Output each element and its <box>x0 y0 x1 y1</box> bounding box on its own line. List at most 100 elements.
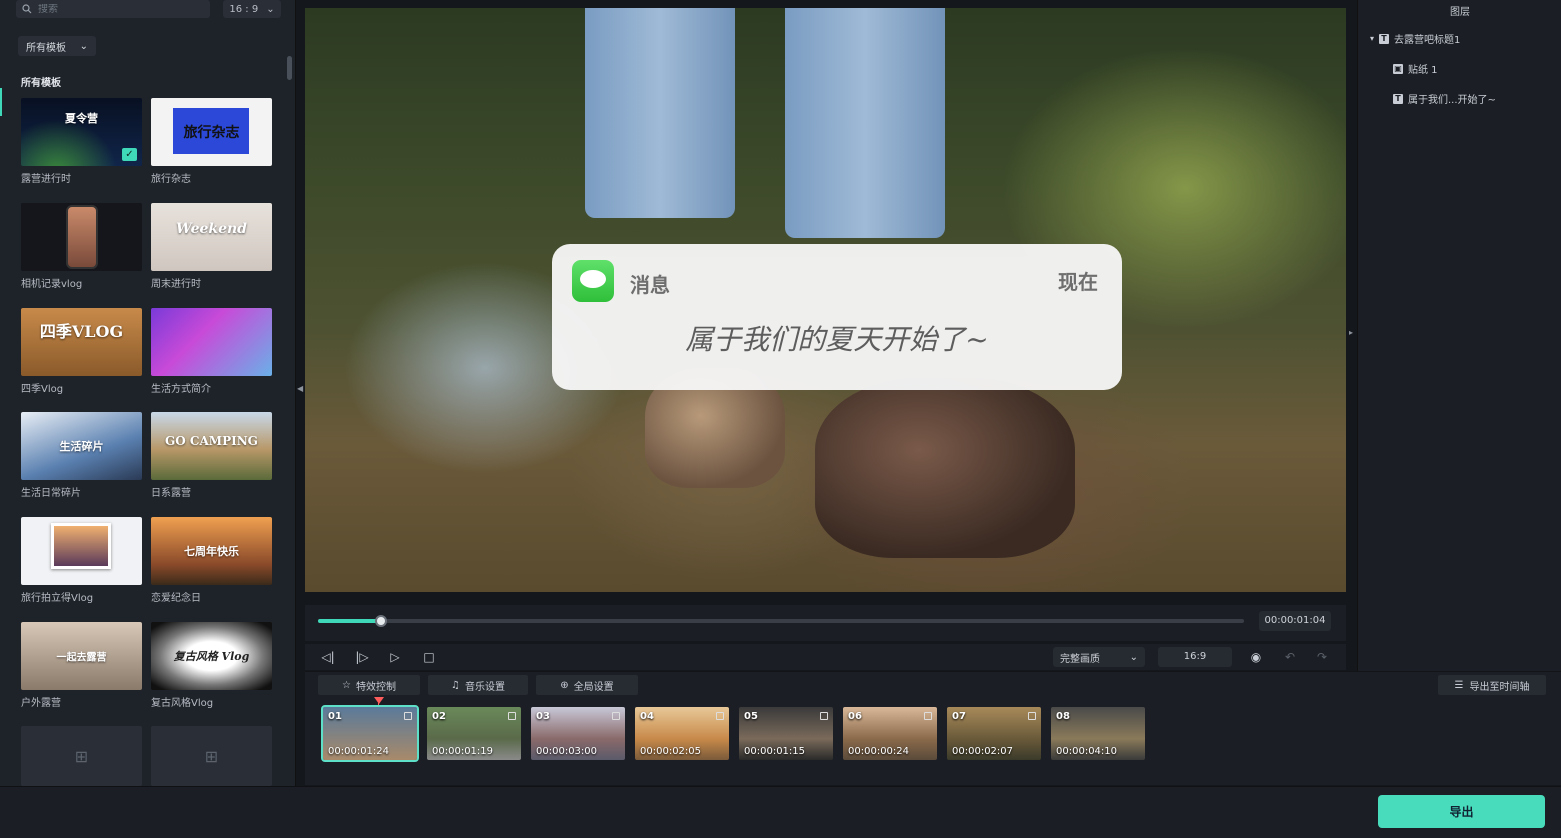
progress-track[interactable] <box>318 619 1244 623</box>
playback-controls: ◁| |▷ ▷ □ 完整画质 ⌄ 16:9 ◉ ↶ ↷ <box>305 644 1346 670</box>
clip-icon <box>404 712 412 720</box>
template-name: 恋爱纪念日 <box>151 593 201 604</box>
template-thumbnail: GO CAMPING <box>151 412 272 480</box>
clip-icon <box>612 712 620 720</box>
template-card[interactable]: 夏令营 ✓ 露营进行时 <box>21 98 142 185</box>
layer-item-title[interactable]: ▾ T 去露营吧标题1 <box>1370 31 1460 46</box>
text-layer-icon: T <box>1393 93 1403 104</box>
search-input[interactable] <box>38 3 198 15</box>
template-card[interactable]: GO CAMPING 日系露营 <box>151 412 272 499</box>
clip-duration: 00:00:03:00 <box>536 746 598 757</box>
template-name: 四季Vlog <box>21 384 64 395</box>
clip-thumbnail[interactable]: 01 00:00:01:24 <box>321 705 419 762</box>
template-card[interactable]: 一起去露营 户外露营 <box>21 622 142 709</box>
export-to-timeline-button[interactable]: ☰ 导出至时间轴 <box>1438 675 1546 695</box>
template-name: 露营进行时 <box>21 174 71 185</box>
clip-icon <box>820 712 828 720</box>
redo-icon[interactable]: ↷ <box>1312 648 1332 666</box>
clip-duration: 00:00:02:05 <box>640 746 702 757</box>
notification-time: 现在 <box>1058 270 1098 294</box>
progress-fill <box>318 619 381 623</box>
text-layer-icon: T <box>1379 33 1390 44</box>
tab-music[interactable]: ♫ 音乐设置 <box>428 675 528 695</box>
clip-duration: 00:00:04:10 <box>1056 746 1118 757</box>
footer-bar: 导出 <box>0 786 1561 838</box>
layers-panel: 图层 ▾ T 去露营吧标题1 ▣ 贴纸 1 T 属于我们...开始了~ <box>1357 0 1561 671</box>
quality-select[interactable]: 完整画质 ⌄ <box>1053 647 1145 667</box>
template-name: 复古风格Vlog <box>151 698 214 709</box>
prev-frame-icon[interactable]: ◁| <box>318 648 338 666</box>
template-card[interactable]: 生活方式简介 <box>151 308 272 395</box>
collapse-right-icon[interactable]: ▸ <box>1349 328 1353 337</box>
clip-number: 08 <box>1056 711 1070 722</box>
clip-thumbnail[interactable]: 06 00:00:00:24 <box>843 707 937 760</box>
chevron-down-icon: ⌄ <box>1129 651 1138 663</box>
video-scene <box>785 8 945 238</box>
clip-thumbnail[interactable]: 08 00:00:04:10 <box>1051 707 1145 760</box>
layer-item-sticker[interactable]: ▣ 贴纸 1 <box>1393 61 1438 76</box>
scrollbar-thumb[interactable] <box>287 56 292 80</box>
add-template-tile[interactable]: ⊞ <box>151 726 272 786</box>
video-scene <box>585 8 735 218</box>
template-thumb-text: 七周年快乐 <box>184 545 239 558</box>
template-filter-select[interactable]: 所有模板 ⌄ <box>18 36 96 56</box>
sticker-layer-icon: ▣ <box>1393 63 1403 74</box>
tab-effects[interactable]: ☆ 特效控制 <box>318 675 420 695</box>
template-card[interactable]: 复古风格 Vlog 复古风格Vlog <box>151 622 272 709</box>
add-template-icon: ⊞ <box>74 746 89 766</box>
template-thumbnail <box>151 308 272 376</box>
clip-duration: 00:00:01:15 <box>744 746 806 757</box>
undo-icon[interactable]: ↶ <box>1280 648 1300 666</box>
template-card[interactable]: Weekend 周末进行时 <box>151 203 272 290</box>
clip-thumbnail[interactable]: 03 00:00:03:00 <box>531 707 625 760</box>
layers-title: 图层 <box>1450 7 1470 18</box>
globe-icon: ⊕ <box>560 679 569 691</box>
template-filter-value: 所有模板 <box>26 42 66 54</box>
export-to-timeline-label: 导出至时间轴 <box>1469 681 1530 693</box>
clip-icon <box>1028 712 1036 720</box>
preview-ratio[interactable]: 16:9 <box>1158 647 1232 667</box>
clip-thumbnail[interactable]: 02 00:00:01:19 <box>427 707 521 760</box>
layer-label: 贴纸 1 <box>1408 65 1438 76</box>
add-template-tile[interactable]: ⊞ <box>21 726 142 786</box>
clip-number: 07 <box>952 711 966 722</box>
clip-thumbnail[interactable]: 07 00:00:02:07 <box>947 707 1041 760</box>
template-name: 旅行杂志 <box>151 174 191 185</box>
template-card[interactable]: 生活碎片 生活日常碎片 <box>21 412 142 499</box>
next-frame-icon[interactable]: |▷ <box>352 648 372 666</box>
message-notification-overlay[interactable]: 消息 现在 属于我们的夏天开始了~ <box>552 244 1122 390</box>
export-button[interactable]: 导出 <box>1378 795 1545 828</box>
app-window: 16 : 9 ⌄ 所有模板 ⌄ 所有模板 夏令营 ✓ 露营进行时 旅行杂志 旅行… <box>0 0 1561 838</box>
search-box[interactable] <box>16 0 210 18</box>
template-thumbnail <box>21 517 142 585</box>
clip-number: 04 <box>640 711 654 722</box>
clip-number: 05 <box>744 711 758 722</box>
clip-icon <box>508 712 516 720</box>
aspect-ratio-select[interactable]: 16 : 9 ⌄ <box>223 0 281 18</box>
playhead-marker[interactable] <box>374 697 384 704</box>
template-thumbnail: Weekend <box>151 203 272 271</box>
template-card[interactable]: 四季VLOG 四季Vlog <box>21 308 142 395</box>
expand-arrow-icon[interactable]: ▾ <box>1370 34 1374 43</box>
clip-thumbnail[interactable]: 05 00:00:01:15 <box>739 707 833 760</box>
layer-item-text[interactable]: T 属于我们...开始了~ <box>1393 91 1496 106</box>
template-name: 日系露营 <box>151 488 191 499</box>
clip-thumbnail[interactable]: 04 00:00:02:05 <box>635 707 729 760</box>
template-card[interactable]: 旅行杂志 旅行杂志 <box>151 98 272 185</box>
clip-number: 03 <box>536 711 550 722</box>
notification-body[interactable]: 属于我们的夏天开始了~ <box>552 318 1122 358</box>
tab-global[interactable]: ⊕ 全局设置 <box>536 675 638 695</box>
stop-icon[interactable]: □ <box>419 648 439 666</box>
template-card[interactable]: 相机记录vlog <box>21 203 142 290</box>
template-name: 相机记录vlog <box>21 279 83 290</box>
template-card[interactable]: 七周年快乐 恋爱纪念日 <box>151 517 272 604</box>
add-template-icon: ⊞ <box>204 746 219 766</box>
snapshot-icon[interactable]: ◉ <box>1246 648 1266 666</box>
template-thumb-text: Weekend <box>176 220 247 237</box>
template-card[interactable]: 旅行拍立得Vlog <box>21 517 142 604</box>
clip-number: 02 <box>432 711 446 722</box>
collapse-left-icon[interactable]: ◀ <box>297 384 303 396</box>
play-icon[interactable]: ▷ <box>385 648 405 666</box>
progress-handle[interactable] <box>374 615 387 627</box>
video-preview[interactable]: 消息 现在 属于我们的夏天开始了~ <box>305 8 1346 592</box>
